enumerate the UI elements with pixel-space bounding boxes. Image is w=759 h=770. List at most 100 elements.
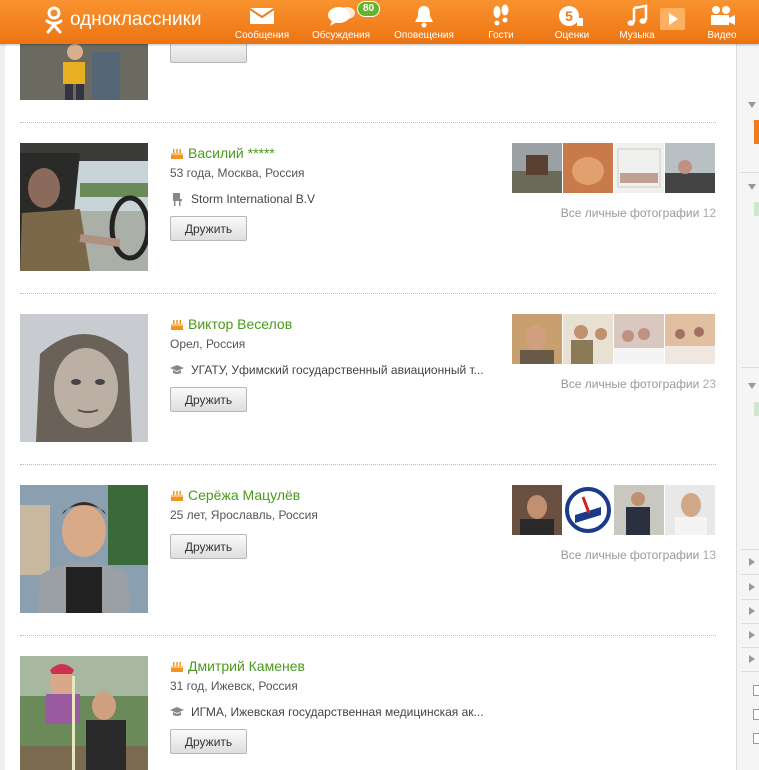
nav-ratings[interactable]: 5 Оценки [548,2,596,44]
list-item: Василий ***** 53 года, Москва, Россия St… [20,143,716,273]
person-name-link[interactable]: Виктор Веселов [188,316,292,332]
nav-label: Видео [707,30,737,41]
all-photos-link[interactable]: Все личные фотографии 12 [561,206,716,220]
collapsed-arrow-icon[interactable] [749,607,755,615]
all-photos-link[interactable]: Все личные фотографии 23 [561,377,716,391]
list-item: Дмитрий Каменев 31 год, Ижевск, Россия И… [20,656,716,770]
nav-notifications[interactable]: Оповещения [388,2,460,44]
photo-thumbnail[interactable] [614,143,664,193]
nav-video[interactable]: Видео [700,2,744,44]
photo-thumbnail[interactable] [563,485,613,535]
photo-thumbnail[interactable] [614,485,664,535]
photo-thumbnail[interactable] [665,314,715,364]
nav-label: Музыка [619,30,655,41]
photo-thumbnail[interactable] [512,485,562,535]
person-work: Storm International B.V [170,192,490,206]
person-name-link[interactable]: Василий ***** [188,145,275,161]
person-name-link[interactable]: Серёжа Мацулёв [188,487,300,503]
sidebar-highlight [754,202,759,216]
photo-thumbnail[interactable] [665,485,715,535]
work-text: Storm International B.V [191,192,316,206]
all-photos-label: Все личные фотографии [560,548,700,562]
photo-thumbnail[interactable] [512,143,562,193]
footprints-icon [493,4,509,26]
site-logo[interactable]: одноклассники [44,6,202,34]
divider [20,122,716,123]
collapsed-arrow-icon[interactable] [749,655,755,663]
nav-label: Обсуждения [311,30,371,41]
graduation-cap-icon [170,707,184,716]
add-friend-button[interactable] [170,44,247,63]
add-friend-button[interactable]: Дружить [170,534,247,559]
divider [741,671,759,672]
person-meta: 31 год, Ижевск, Россия [170,679,298,693]
list-item [20,44,716,102]
right-sidebar [736,44,759,770]
avatar[interactable] [20,44,148,100]
person-meta: Орел, Россия [170,337,246,351]
person-name-link[interactable]: Дмитрий Каменев [188,658,305,674]
discussions-count-badge: 80 [357,1,381,17]
list-item: Серёжа Мацулёв 25 лет, Ярославль, Россия… [20,485,716,615]
add-friend-button[interactable]: Дружить [170,216,247,241]
divider [741,367,759,368]
collapsed-arrow-icon[interactable] [749,583,755,591]
collapsed-arrow-icon[interactable] [749,558,755,566]
checkbox[interactable] [753,733,759,744]
divider [741,172,759,173]
rating-value: 5 [565,8,573,24]
photo-thumbnail[interactable] [563,143,613,193]
education-text: ИГМА, Ижевская государственная медицинск… [191,705,484,719]
photo-thumbnail[interactable] [512,314,562,364]
site-name: одноклассники [70,9,202,30]
expand-arrow-icon[interactable] [748,383,756,389]
avatar[interactable] [20,656,148,770]
add-friend-button[interactable]: Дружить [170,387,247,412]
play-music-button[interactable] [660,8,685,30]
add-friend-button[interactable]: Дружить [170,729,247,754]
avatar[interactable] [20,143,148,271]
photo-thumbnail[interactable] [665,143,715,193]
person-meta: 25 лет, Ярославль, Россия [170,508,318,522]
photo-strip [512,314,716,366]
all-photos-label: Все личные фотографии [560,377,700,391]
nav-guests[interactable]: Гости [478,2,524,44]
avatar[interactable] [20,485,148,613]
nav-messages[interactable]: Сообщения [230,2,294,44]
nav-music[interactable]: Музыка [614,2,660,44]
nav-label: Оценки [554,30,590,41]
photo-count: 12 [702,206,716,220]
person-info: Виктор Веселов Орел, Россия УГАТУ, Уфимс… [170,314,500,412]
top-navigation-bar: одноклассники Сообщения Обсуждения 80 Оп… [0,0,759,44]
expand-arrow-icon[interactable] [748,184,756,190]
birthday-cake-icon [171,320,183,330]
discussion-icon [328,7,355,26]
education-text: УГАТУ, Уфимский государственный авиацион… [191,363,484,377]
person-info: Серёжа Мацулёв 25 лет, Ярославль, Россия… [170,485,500,559]
expand-arrow-icon[interactable] [748,102,756,108]
all-photos-link[interactable]: Все личные фотографии 13 [561,548,716,562]
photo-count: 13 [702,548,716,562]
all-photos-label: Все личные фотографии [560,206,700,220]
divider [741,549,759,550]
rating-5-icon: 5 [559,6,583,26]
ok-logo-icon [45,6,63,34]
nav-discussions[interactable]: Обсуждения 80 [306,1,381,44]
divider [741,623,759,624]
envelope-icon [249,8,275,24]
divider [741,599,759,600]
person-education: ИГМА, Ижевская государственная медицинск… [170,705,490,719]
graduation-cap-icon [170,365,184,374]
avatar[interactable] [20,314,148,442]
divider [20,464,716,465]
person-info: Дмитрий Каменев 31 год, Ижевск, Россия И… [170,656,500,754]
photo-count: 23 [702,377,716,391]
photo-thumbnail[interactable] [614,314,664,364]
person-info: Василий ***** 53 года, Москва, Россия St… [170,143,500,241]
checkbox[interactable] [753,685,759,696]
photo-thumbnail[interactable] [563,314,613,364]
collapsed-arrow-icon[interactable] [749,631,755,639]
music-icon [627,4,648,26]
chair-icon [173,193,182,206]
checkbox[interactable] [753,709,759,720]
